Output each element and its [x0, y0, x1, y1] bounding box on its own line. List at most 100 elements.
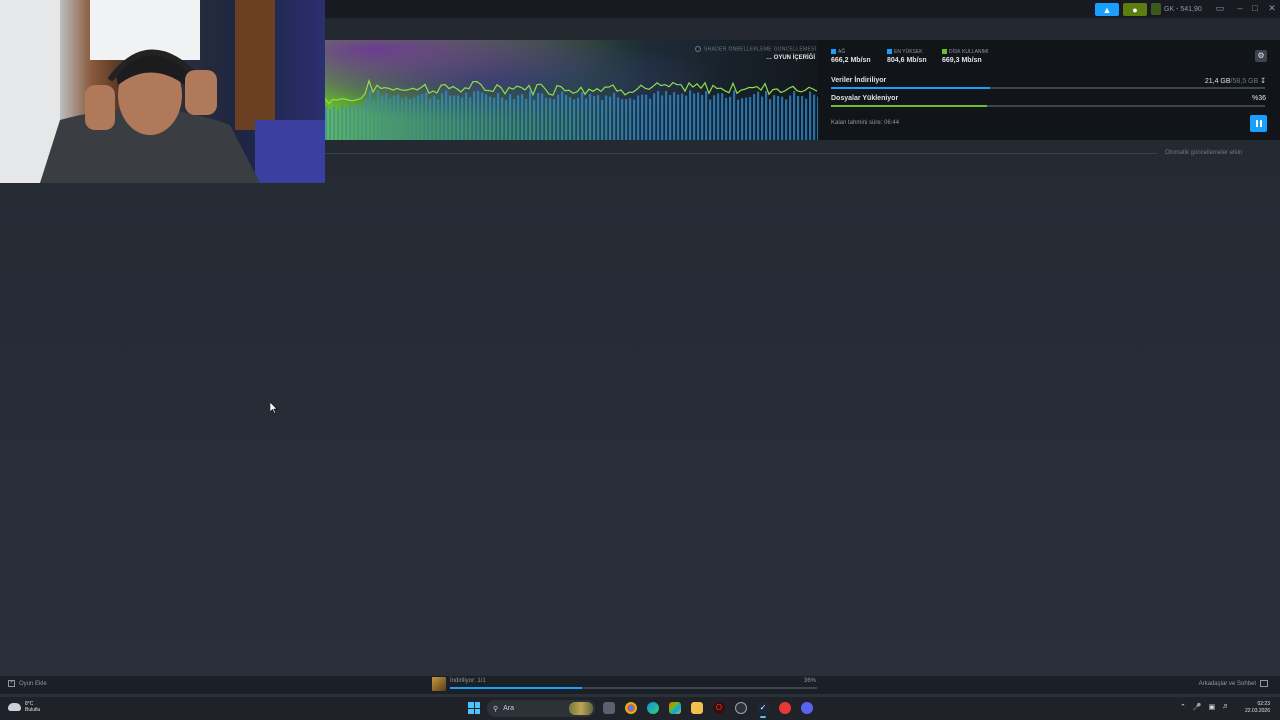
bandwidth-bar [689, 90, 692, 140]
install-percent: %36 [1251, 95, 1266, 102]
network-icon[interactable]: ▣ [1209, 703, 1216, 711]
search-highlight-image [569, 702, 593, 715]
bandwidth-bar [517, 95, 520, 140]
downloading-count[interactable]: İndiriliyor: 1/1 [450, 678, 486, 684]
bandwidth-bar [357, 104, 360, 140]
steam-icon[interactable]: ✓ [757, 702, 769, 718]
system-tray: ⌃ 🎤 ▣ ♬ [1180, 703, 1229, 711]
red-app-icon[interactable] [779, 702, 791, 714]
shader-cache-label: SHADER ÖNBELLEKLEME GÜNCELLEMESİ [695, 46, 816, 52]
bandwidth-bar [793, 90, 796, 140]
bandwidth-bar [405, 96, 408, 140]
bandwidth-bar [341, 105, 344, 140]
taskbar-search[interactable]: ⚲ Ara [487, 700, 595, 717]
bandwidth-bar [693, 93, 696, 140]
chevron-up-icon[interactable]: ⌃ [1180, 703, 1186, 711]
opera-gx-icon[interactable]: O [713, 702, 725, 714]
bandwidth-bar [737, 99, 740, 140]
file-explorer-icon[interactable] [691, 702, 703, 714]
bandwidth-bar [609, 96, 612, 140]
bandwidth-bar [413, 97, 416, 140]
bandwidth-bar [633, 99, 636, 140]
bandwidth-bar [729, 96, 732, 140]
auto-updates-link[interactable]: Otomatik güncellemeler etkin [1165, 150, 1242, 156]
bandwidth-bar [697, 92, 700, 140]
windows-taskbar: 8°C Bulutlu ⚲ Ara O ✓ ⌃ 🎤 ▣ ♬ 02:23 22.0… [0, 696, 1280, 720]
section-divider [325, 153, 1157, 154]
bandwidth-bar [409, 99, 412, 140]
store-icon[interactable] [669, 702, 681, 714]
task-view-icon[interactable] [603, 702, 615, 714]
microphone-icon[interactable]: 🎤 [1193, 703, 1202, 711]
bandwidth-bar [365, 98, 368, 140]
bandwidth-bar [485, 94, 488, 140]
bandwidth-bar [705, 91, 708, 140]
bandwidth-bar [461, 97, 464, 140]
volume-icon[interactable]: ♬ [1222, 703, 1229, 711]
bandwidth-bar [713, 95, 716, 140]
bandwidth-bar [617, 97, 620, 140]
bandwidth-bar [801, 96, 804, 140]
bandwidth-bar [441, 93, 444, 140]
bandwidth-bar [577, 97, 580, 140]
bandwidth-bar [465, 92, 468, 140]
bandwidth-bar [505, 99, 508, 140]
edge-icon[interactable] [647, 702, 659, 714]
stat-disk: DİSK KULLANIMI 669,3 Mb/sn [942, 49, 989, 64]
install-progress-fill [831, 105, 988, 107]
bandwidth-bar [417, 95, 420, 140]
bandwidth-bar [797, 95, 800, 140]
download-icon: ↧ [1260, 78, 1266, 85]
bandwidth-bar [809, 91, 812, 140]
windows-start-icon[interactable] [468, 702, 480, 714]
bandwidth-bar [733, 90, 736, 140]
announcements-button[interactable]: ▲ [1095, 3, 1119, 16]
chrome-icon[interactable] [625, 702, 637, 714]
bandwidth-bar [701, 94, 704, 140]
bandwidth-bar [605, 95, 608, 140]
stat-peak: EN YÜKSEK 804,6 Mb/sn [887, 49, 927, 64]
bandwidth-bar [501, 97, 504, 140]
bandwidth-bar [645, 94, 648, 140]
game-content-label: … OYUN İÇERİĞİ [766, 55, 816, 61]
bottom-progress-bar [450, 687, 817, 689]
bottom-percent: 36% [804, 678, 817, 684]
bandwidth-bar [457, 95, 460, 140]
pause-button[interactable] [1250, 115, 1267, 132]
bandwidth-bar [653, 93, 656, 140]
bandwidth-bar [661, 95, 664, 140]
downloading-data-label: Veriler İndiriliyor [831, 77, 887, 84]
discord-icon[interactable] [801, 702, 813, 714]
bandwidth-bar [549, 98, 552, 140]
webcam-overlay [0, 0, 325, 183]
bottom-progress-fill [450, 687, 583, 689]
bandwidth-bar [673, 92, 676, 140]
notifications-button[interactable]: ● [1123, 3, 1147, 16]
account-menu[interactable]: GK - 541,90 [1151, 2, 1202, 16]
bandwidth-bar [593, 95, 596, 140]
bandwidth-bar [677, 94, 680, 140]
bandwidth-bar [781, 96, 784, 140]
game-artwork [325, 40, 818, 140]
add-game-button[interactable]: + Oyun Ekle [8, 680, 47, 687]
bandwidth-bar [565, 95, 568, 140]
maximize-button[interactable]: □ [1248, 3, 1262, 13]
bandwidth-bar [813, 94, 816, 140]
bandwidth-bar [765, 91, 768, 140]
obs-icon[interactable] [735, 702, 747, 714]
active-download-banner: SHADER ÖNBELLEKLEME GÜNCELLEMESİ … OYUN … [325, 40, 1280, 140]
friends-chat-button[interactable]: Arkadaşlar ve Sohbet [1199, 680, 1268, 687]
bandwidth-bar [725, 97, 728, 140]
close-button[interactable]: ✕ [1265, 3, 1279, 14]
stat-network: AĞ 666,2 Mb/sn [831, 49, 871, 64]
gear-icon[interactable]: ⚙ [1255, 50, 1267, 62]
bandwidth-bar [481, 92, 484, 140]
bandwidth-bar [429, 98, 432, 140]
weather-widget[interactable]: 8°C Bulutlu [8, 701, 40, 713]
bandwidth-bar [393, 95, 396, 140]
megaphone-icon: ▲ [1102, 4, 1112, 15]
big-picture-icon[interactable]: ▭ [1213, 3, 1227, 14]
spinner-icon [695, 46, 701, 52]
minimize-button[interactable]: – [1233, 3, 1247, 13]
clock[interactable]: 02:23 22.03.2026 [1245, 701, 1270, 715]
